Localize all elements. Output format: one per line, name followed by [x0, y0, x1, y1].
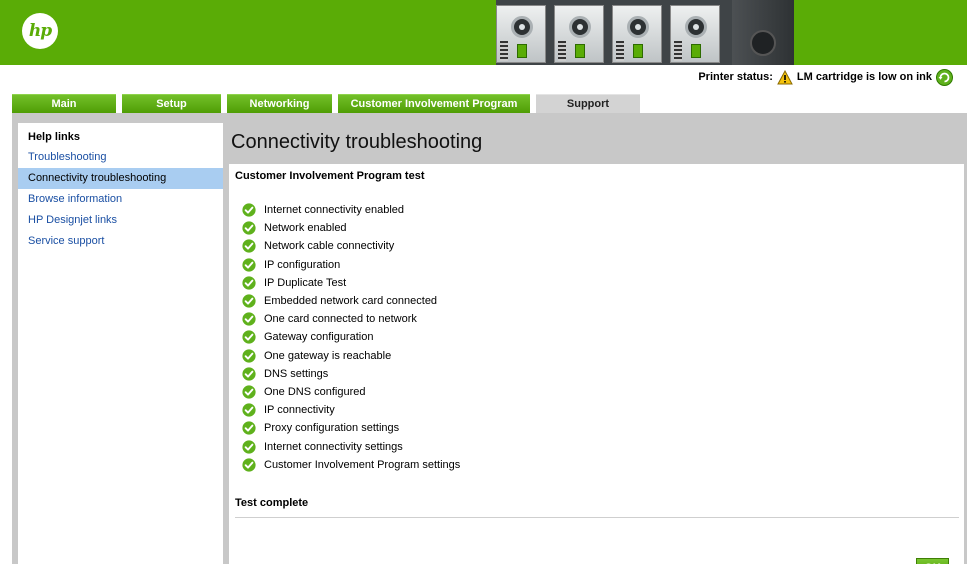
hp-logo-text: hp: [28, 21, 52, 41]
check-pass-icon: [242, 257, 256, 272]
check-pass-icon: [242, 294, 256, 308]
printer-status-message: LM cartridge is low on ink: [796, 71, 932, 83]
check-row: IP configuration: [242, 257, 340, 273]
check-pass-icon: [242, 239, 256, 253]
cartridge-slot-2: [554, 5, 604, 63]
ok-button[interactable]: OK: [916, 558, 949, 564]
check-label: Customer Involvement Program settings: [264, 458, 461, 471]
check-row: Proxy configuration settings: [242, 420, 399, 436]
check-pass-icon: [242, 312, 256, 326]
check-row: IP Duplicate Test: [242, 275, 346, 291]
tab-customer-involvement-program[interactable]: Customer Involvement Program: [338, 94, 530, 113]
divider: [235, 517, 959, 518]
check-row: DNS settings: [242, 366, 328, 382]
check-label: One card connected to network: [264, 313, 417, 326]
cartridge-slot-4: [670, 5, 720, 63]
panel-heading: Customer Involvement Program test: [235, 170, 425, 182]
check-row: Internet connectivity enabled: [242, 202, 404, 218]
check-label: Proxy configuration settings: [264, 422, 400, 435]
tab-label: Customer Involvement Program: [350, 98, 518, 110]
cartridge-slot-3: [612, 5, 662, 63]
check-label: IP Duplicate Test: [264, 276, 347, 289]
check-row: Embedded network card connected: [242, 293, 437, 309]
check-label: DNS settings: [264, 367, 329, 380]
test-results-panel: Customer Involvement Program test Intern…: [229, 164, 964, 564]
check-label: Internet connectivity settings: [264, 440, 403, 453]
sidebar-item-service-support[interactable]: Service support: [18, 231, 223, 252]
sidebar-item-browse-information[interactable]: Browse information: [18, 189, 223, 210]
printer-panel-image: [732, 0, 794, 65]
check-row: Internet connectivity settings: [242, 439, 403, 455]
check-label: Internet connectivity enabled: [264, 204, 405, 216]
check-pass-icon: [242, 439, 256, 454]
tab-label: Main: [51, 98, 77, 110]
tab-label: Setup: [156, 98, 187, 110]
tab-setup[interactable]: Setup: [122, 94, 221, 113]
hp-logo: hp: [22, 13, 58, 49]
content-frame: Help links Troubleshooting Connectivity …: [12, 113, 967, 564]
check-pass-icon: [242, 385, 256, 399]
tab-label: Support: [566, 98, 610, 110]
tab-support[interactable]: Support: [536, 94, 640, 113]
check-row: Gateway configuration: [242, 329, 373, 345]
sidebar-item-hp-designjet-links[interactable]: HP Designjet links: [18, 210, 223, 231]
printer-cartridge-image: [496, 0, 794, 65]
sidebar-item-connectivity-troubleshooting[interactable]: Connectivity troubleshooting: [18, 168, 223, 189]
help-links-sidebar: Help links Troubleshooting Connectivity …: [18, 123, 223, 564]
check-pass-icon: [242, 458, 256, 472]
check-label: One DNS configured: [264, 386, 366, 398]
check-row: Customer Involvement Program settings: [242, 457, 460, 473]
check-pass-icon: [242, 367, 256, 381]
check-pass-icon: [242, 221, 256, 235]
check-label: IP configuration: [264, 258, 341, 271]
check-row: Network enabled: [242, 220, 347, 236]
header-banner: hp: [0, 0, 967, 65]
check-pass-icon: [242, 203, 256, 217]
check-row: One DNS configured: [242, 384, 366, 400]
tab-main[interactable]: Main: [12, 94, 116, 113]
cartridge-slot-1: [496, 5, 546, 63]
test-complete-label: Test complete: [235, 497, 309, 509]
page-title: Connectivity troubleshooting: [231, 131, 483, 153]
printer-status: Printer status: LM cartridge is low on i…: [698, 67, 953, 87]
check-label: Network enabled: [264, 222, 347, 235]
check-row: One gateway is reachable: [242, 348, 391, 364]
check-label: Embedded network card connected: [264, 295, 438, 307]
check-label: Gateway configuration: [264, 331, 374, 344]
sidebar-item-troubleshooting[interactable]: Troubleshooting: [18, 147, 223, 168]
help-links-heading: Help links: [28, 131, 80, 143]
check-label: Network cable connectivity: [264, 240, 395, 253]
check-pass-icon: [242, 421, 256, 435]
check-pass-icon: [242, 403, 256, 417]
check-row: IP connectivity: [242, 402, 335, 418]
check-pass-icon: [242, 330, 256, 344]
tab-label: Networking: [249, 98, 310, 110]
warning-triangle-icon: [777, 69, 793, 84]
tab-networking[interactable]: Networking: [227, 94, 332, 113]
check-row: One card connected to network: [242, 311, 417, 327]
check-label: IP connectivity: [264, 404, 335, 417]
printer-status-label: Printer status:: [698, 71, 773, 83]
check-pass-icon: [242, 276, 256, 290]
refresh-icon[interactable]: [936, 68, 953, 86]
check-label: One gateway is reachable: [264, 349, 392, 362]
check-row: Network cable connectivity: [242, 238, 394, 254]
check-pass-icon: [242, 348, 256, 363]
